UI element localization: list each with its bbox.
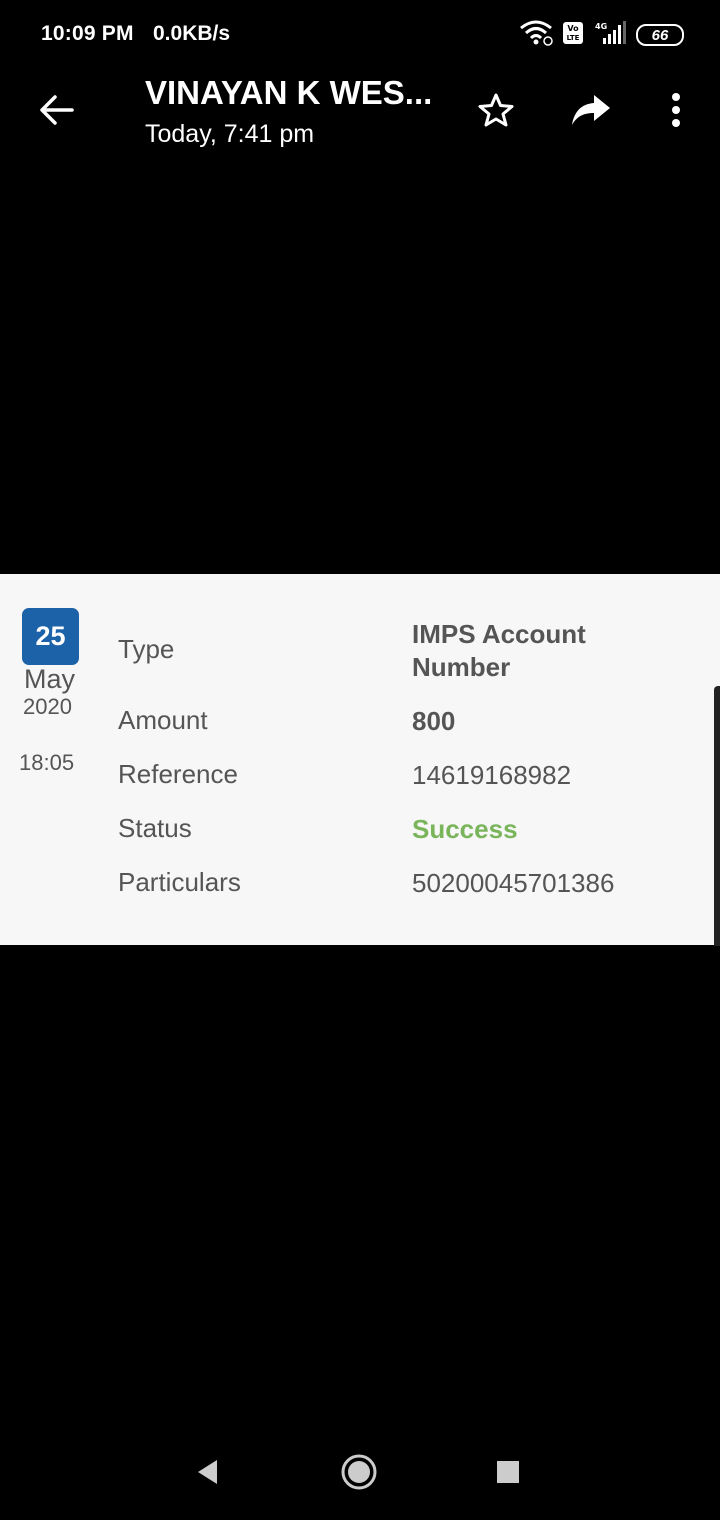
navigation-bar [0,1430,720,1520]
status-network-speed: 0.0KB/s [153,22,231,45]
nav-home-button[interactable] [337,1452,381,1496]
svg-text:LTE: LTE [567,34,580,42]
page-title: VINAYAN K WES... [145,74,433,111]
nav-recents-button[interactable] [486,1452,530,1496]
share-icon [570,93,612,132]
status-bar: 10:09 PM 0.0KB/s Vo LTE 4G 66 [0,0,720,70]
status-value: Success [412,814,518,844]
app-bar: VINAYAN K WES... Today, 7:41 pm [0,70,720,160]
status-label: Status [118,813,192,843]
amount-label: Amount [118,705,208,735]
volte-icon: Vo LTE [562,21,584,50]
star-icon [477,92,515,133]
reference-value: 14619168982 [412,760,572,790]
svg-text:4G: 4G [595,22,607,31]
status-icons: Vo LTE 4G 66 [519,20,684,50]
back-arrow-icon [38,94,74,131]
share-button[interactable] [567,88,615,136]
amount-value: 800 [412,706,456,736]
reference-label: Reference [118,759,238,789]
scroll-edge [714,686,720,946]
type-value: IMPS Account Number [412,619,586,682]
date-day-badge: 25 [22,608,79,665]
type-label: Type [118,634,175,664]
transaction-time: 18:05 [19,750,75,775]
page-subtitle: Today, 7:41 pm [145,120,315,148]
wifi-icon [519,20,553,51]
back-button[interactable] [34,90,78,134]
date-month: May [24,664,76,694]
status-time: 10:09 PM [41,22,134,45]
home-circle-icon [340,1453,378,1496]
more-options-button[interactable] [652,88,700,136]
star-button[interactable] [472,88,520,136]
back-triangle-icon [195,1458,221,1491]
recents-square-icon [495,1459,521,1490]
particulars-value: 50200045701386 [412,868,615,898]
more-vert-icon [670,92,682,133]
battery-icon: 66 [636,24,684,46]
nav-back-button[interactable] [186,1452,230,1496]
transaction-card[interactable]: 25 May 2020 18:05 Type IMPS Account Numb… [0,574,720,946]
cell-signal-icon: 4G [593,20,627,51]
svg-text:Vo: Vo [567,24,579,33]
date-year: 2020 [23,694,72,719]
particulars-label: Particulars [118,867,241,897]
